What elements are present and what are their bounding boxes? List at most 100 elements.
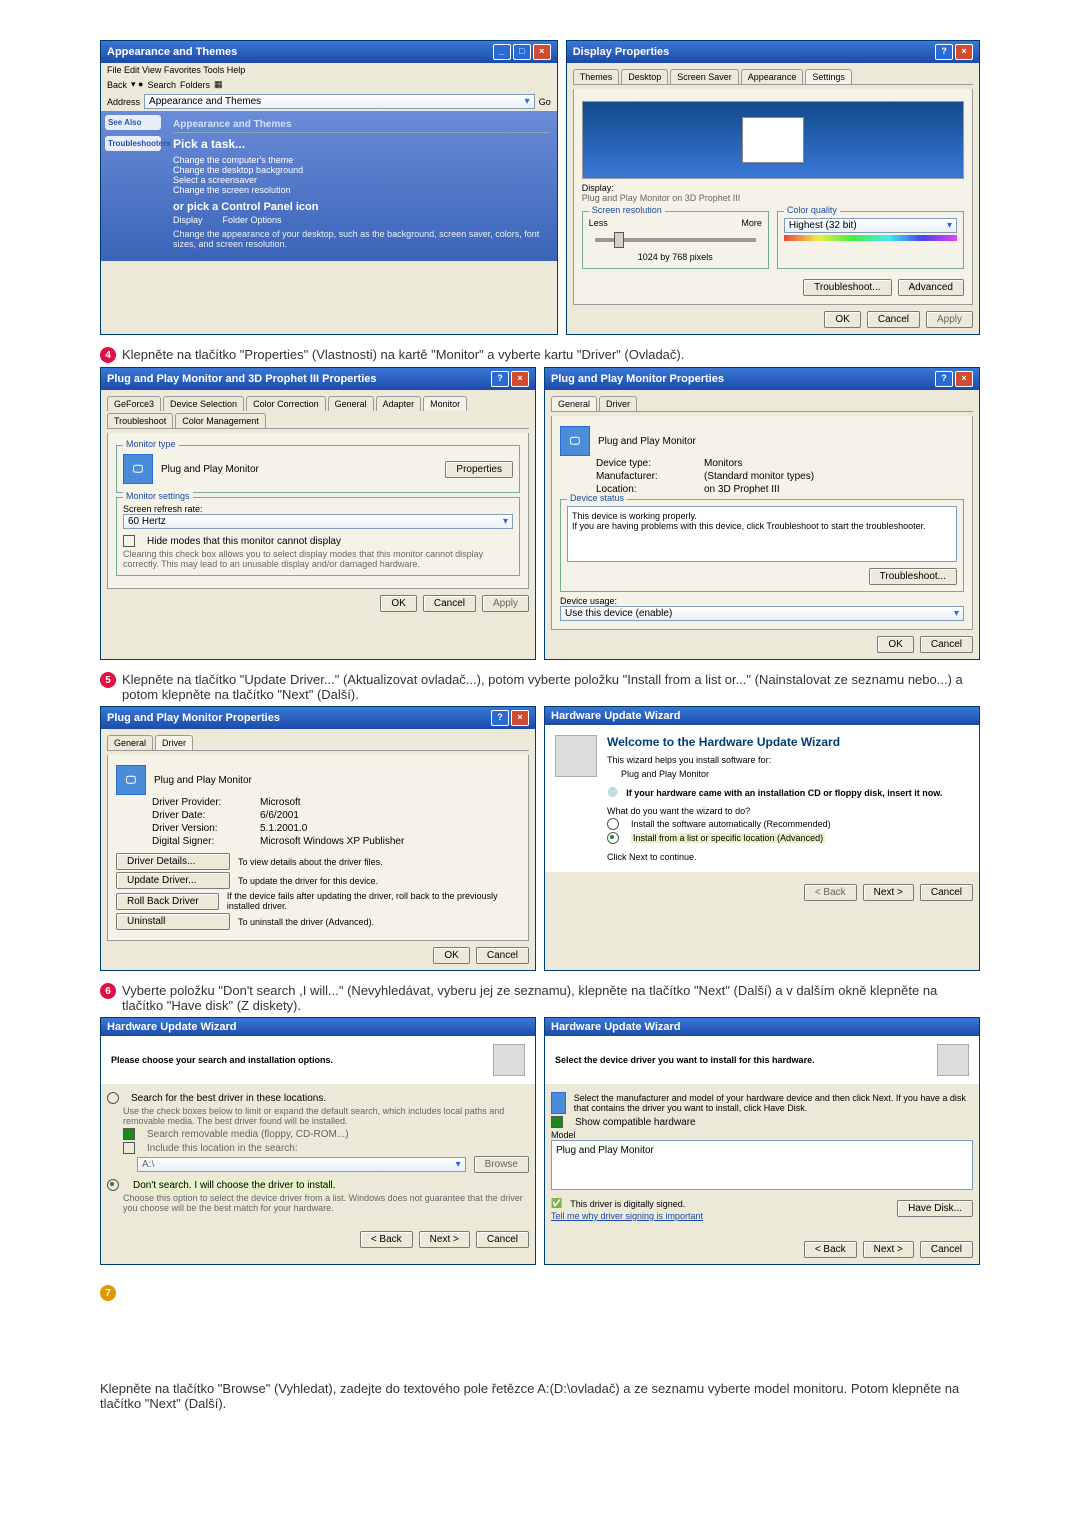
ok-button[interactable]: OK: [824, 311, 860, 328]
troubleshoot-button[interactable]: Troubleshoot...: [803, 279, 891, 296]
cancel-button[interactable]: Cancel: [867, 311, 920, 328]
help-icon[interactable]: ?: [491, 371, 509, 387]
tab-settings[interactable]: Settings: [805, 69, 852, 84]
help-icon[interactable]: ?: [935, 371, 953, 387]
back-button[interactable]: < Back: [804, 1241, 857, 1258]
close-icon[interactable]: ×: [955, 371, 973, 387]
explorer-toolbar[interactable]: Back▾ ● Search Folders ▦: [101, 77, 557, 92]
tell-link[interactable]: Tell me why driver signing is important: [551, 1211, 703, 1221]
go-button[interactable]: Go: [539, 97, 551, 107]
wizard2-titlebar[interactable]: Hardware Update Wizard: [101, 1018, 535, 1036]
radio-list[interactable]: [607, 832, 619, 844]
explorer-menu[interactable]: File Edit View Favorites Tools Help: [101, 63, 557, 77]
cancel-button[interactable]: Cancel: [920, 636, 973, 653]
tab[interactable]: Color Correction: [246, 396, 326, 411]
tab-driver[interactable]: Driver: [155, 735, 193, 750]
apply-button[interactable]: Apply: [926, 311, 973, 328]
display-titlebar[interactable]: Display Properties ?×: [567, 41, 979, 63]
tab[interactable]: GeForce3: [107, 396, 161, 411]
monprop2-titlebar[interactable]: Plug and Play Monitor Properties?×: [101, 707, 535, 729]
tab[interactable]: Device Selection: [163, 396, 244, 411]
details-button[interactable]: Driver Details...: [116, 853, 230, 870]
task-link[interactable]: Change the desktop background: [173, 165, 549, 175]
troubleshoot-button[interactable]: Troubleshoot...: [869, 568, 957, 585]
tab[interactable]: General: [328, 396, 374, 411]
have-disk-button[interactable]: Have Disk...: [897, 1200, 973, 1217]
tab-appearance[interactable]: Appearance: [741, 69, 804, 84]
hide-checkbox[interactable]: [123, 535, 135, 547]
chevron-down-icon[interactable]: ▾: [954, 608, 959, 619]
cancel-button[interactable]: Cancel: [476, 1231, 529, 1248]
next-button[interactable]: Next >: [419, 1231, 470, 1248]
cancel-button[interactable]: Cancel: [476, 947, 529, 964]
cancel-button[interactable]: Cancel: [920, 1241, 973, 1258]
refresh-select[interactable]: 60 Hertz▾: [123, 514, 513, 529]
check-compatible[interactable]: [551, 1116, 563, 1128]
monprop-tabs[interactable]: GeneralDriver: [551, 396, 973, 412]
tab[interactable]: Troubleshoot: [107, 413, 173, 428]
display-tabs[interactable]: Themes Desktop Screen Saver Appearance S…: [573, 69, 973, 85]
chevron-down-icon[interactable]: ▾: [525, 96, 530, 107]
ok-button[interactable]: OK: [877, 636, 913, 653]
cp-display[interactable]: Display: [173, 215, 203, 225]
next-button[interactable]: Next >: [863, 884, 914, 901]
uninstall-button[interactable]: Uninstall: [116, 913, 230, 930]
wizard1-titlebar[interactable]: Hardware Update Wizard: [545, 707, 979, 725]
quality-select[interactable]: Highest (32 bit)▾: [784, 218, 957, 233]
task-link[interactable]: Select a screensaver: [173, 175, 549, 185]
chevron-down-icon[interactable]: ▾: [947, 220, 952, 231]
close-icon[interactable]: ×: [955, 44, 973, 60]
back-button[interactable]: < Back: [804, 884, 857, 901]
tab[interactable]: Color Management: [175, 413, 266, 428]
tab[interactable]: Adapter: [376, 396, 422, 411]
tab-general[interactable]: General: [107, 735, 153, 750]
tab-screensaver[interactable]: Screen Saver: [670, 69, 739, 84]
rollback-button[interactable]: Roll Back Driver: [116, 893, 219, 910]
ok-button[interactable]: OK: [433, 947, 469, 964]
explorer-titlebar[interactable]: Appearance and Themes _□×: [101, 41, 557, 63]
help-icon[interactable]: ?: [491, 710, 509, 726]
wizard3-titlebar[interactable]: Hardware Update Wizard: [545, 1018, 979, 1036]
prop3d-titlebar[interactable]: Plug and Play Monitor and 3D Prophet III…: [101, 368, 535, 390]
quality-label: Color quality: [784, 205, 840, 215]
monprop2-tabs[interactable]: GeneralDriver: [107, 735, 529, 751]
close-icon[interactable]: ×: [511, 710, 529, 726]
tab-general[interactable]: General: [551, 396, 597, 411]
tab-desktop[interactable]: Desktop: [621, 69, 668, 84]
update-button[interactable]: Update Driver...: [116, 872, 230, 889]
minimize-icon[interactable]: _: [493, 44, 511, 60]
back-button[interactable]: Back: [107, 80, 127, 90]
cancel-button[interactable]: Cancel: [423, 595, 476, 612]
explorer-window: Appearance and Themes _□× File Edit View…: [100, 40, 558, 335]
properties-button[interactable]: Properties: [445, 461, 513, 478]
radio-search[interactable]: [107, 1092, 119, 1104]
task-link[interactable]: Change the computer's theme: [173, 155, 549, 165]
help-icon[interactable]: ?: [935, 44, 953, 60]
tab-driver[interactable]: Driver: [599, 396, 637, 411]
prop3d-tabs[interactable]: GeForce3 Device Selection Color Correcti…: [107, 396, 529, 429]
folders-button[interactable]: Folders: [180, 80, 210, 90]
cancel-button[interactable]: Cancel: [920, 884, 973, 901]
res-slider[interactable]: [595, 238, 756, 242]
advanced-button[interactable]: Advanced: [898, 279, 964, 296]
apply-button[interactable]: Apply: [482, 595, 529, 612]
address-bar[interactable]: Address Appearance and Themes▾ Go: [101, 92, 557, 111]
list-item[interactable]: Plug and Play Monitor: [556, 1145, 654, 1156]
tab-monitor[interactable]: Monitor: [423, 396, 467, 411]
tab-themes[interactable]: Themes: [573, 69, 620, 84]
next-button[interactable]: Next >: [863, 1241, 914, 1258]
close-icon[interactable]: ×: [533, 44, 551, 60]
ok-button[interactable]: OK: [380, 595, 416, 612]
back-button[interactable]: < Back: [360, 1231, 413, 1248]
radio-auto[interactable]: [607, 818, 619, 830]
task-link[interactable]: Change the screen resolution: [173, 185, 549, 195]
model-list[interactable]: Plug and Play Monitor: [551, 1140, 973, 1190]
chevron-down-icon[interactable]: ▾: [503, 516, 508, 527]
cp-folder-options[interactable]: Folder Options: [223, 215, 282, 225]
usage-select[interactable]: Use this device (enable)▾: [560, 606, 964, 621]
close-icon[interactable]: ×: [511, 371, 529, 387]
radio-dont-search[interactable]: [107, 1179, 119, 1191]
maximize-icon[interactable]: □: [513, 44, 531, 60]
search-button[interactable]: Search: [147, 80, 176, 90]
monprop-titlebar[interactable]: Plug and Play Monitor Properties?×: [545, 368, 979, 390]
